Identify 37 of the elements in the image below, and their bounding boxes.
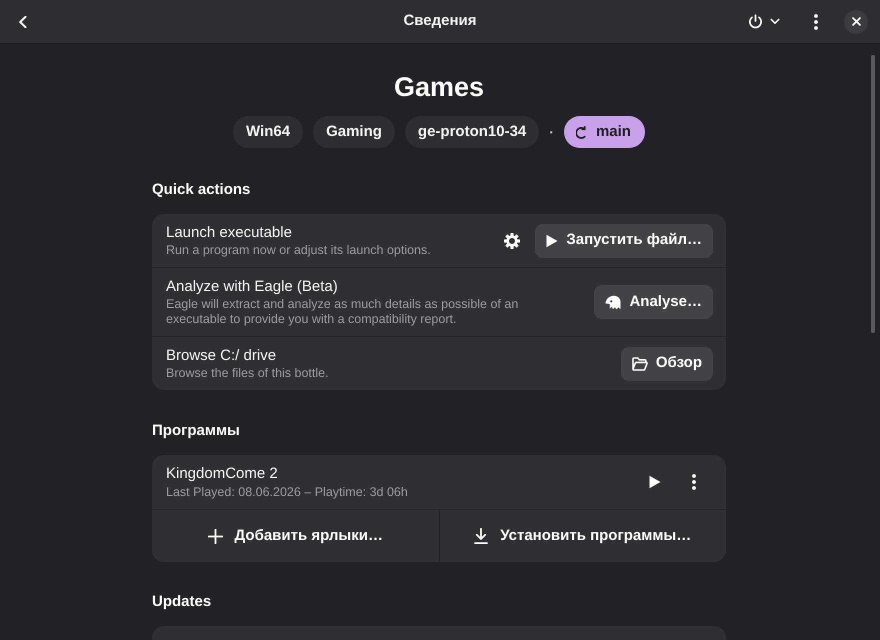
bottle-name: Games [392, 71, 486, 103]
menu-icon [814, 14, 818, 30]
browse-button[interactable]: Обзор [620, 346, 713, 380]
settings-icon [504, 232, 520, 248]
window-title: Сведения [403, 11, 477, 32]
row-title: Browse C:/ drive [166, 346, 278, 365]
row-subtitle: Browse the files of this bottle. [166, 366, 330, 381]
branch-tag[interactable]: main [564, 116, 645, 148]
separator-dot: · [549, 122, 554, 142]
download-icon [474, 528, 488, 544]
row-title: Analyze with Eagle (Beta) [166, 277, 339, 296]
run-file-button[interactable]: Запустить файл… [535, 224, 713, 258]
folder-icon [632, 356, 648, 370]
environment-tag: Win64 [233, 116, 304, 148]
section-heading: Quick actions [152, 180, 252, 200]
scrollbar[interactable] [871, 55, 875, 333]
environment-tag: ge-proton10-34 [404, 116, 540, 148]
section-heading: Updates [152, 592, 212, 612]
row-subtitle: Run a program now or adjust its launch options. [166, 243, 432, 258]
row-title: Launch executable [166, 223, 293, 242]
program-name: KingdomCome 2 [166, 464, 279, 483]
bird-head-icon [605, 294, 622, 310]
analyse-button[interactable]: Analyse… [594, 285, 713, 319]
environment-tag: Gaming [313, 116, 395, 148]
close-icon [852, 17, 860, 26]
section-heading: Программы [152, 421, 241, 441]
row-subtitle: Eagle will extract and analyze as much details as possible of an executable to provide you with a compatibility report. [166, 297, 520, 327]
plus-icon [208, 528, 223, 544]
close-button[interactable] [844, 10, 868, 34]
program-details: Last Played: 08.06.2026 – Playtime: 3d 06h [166, 484, 409, 500]
chevron-down-icon [770, 18, 780, 25]
play-icon [546, 234, 558, 248]
power-icon [748, 14, 763, 29]
more-options-icon [692, 474, 696, 490]
curved-arrow-icon [576, 124, 587, 140]
back-icon [19, 16, 27, 28]
play-icon [649, 475, 661, 489]
